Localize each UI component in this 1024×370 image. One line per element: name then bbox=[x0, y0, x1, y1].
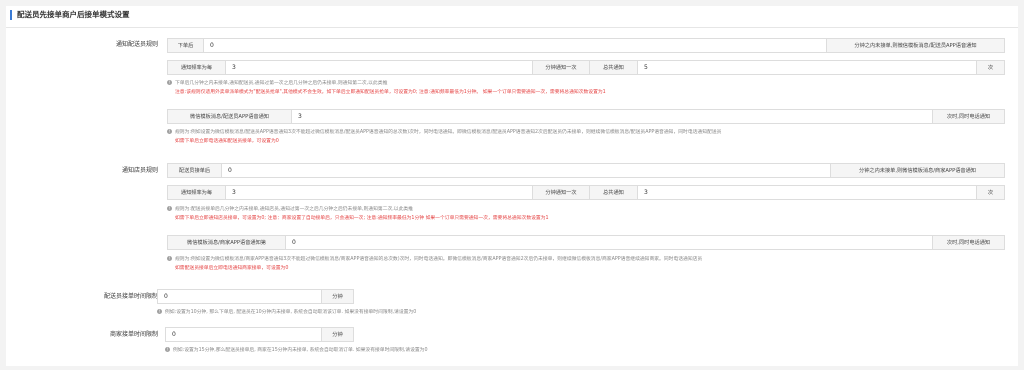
info-circle-icon: ! bbox=[167, 256, 172, 261]
store-after-input[interactable]: 0 bbox=[222, 164, 830, 177]
store-limit-note: ! 例如:设置为15分钟,那么配送员接单后, 商家在15分钟内未接单, 系统会自动… bbox=[165, 347, 428, 353]
rider-phone-prefix: 微信模板消息/配送员APP语音通知 bbox=[168, 110, 292, 123]
rider-freq-prefix: 通知频率为每 bbox=[168, 61, 226, 74]
rider-limit-suffix: 分钟 bbox=[321, 290, 353, 303]
info-circle-icon: ! bbox=[167, 80, 172, 85]
rider-limit-label: 配送员接单时间限制 bbox=[103, 293, 158, 300]
store-phone-group: 微信模板消息/商家APP语音通知第 0 次时,同时电话通知 bbox=[167, 235, 1005, 250]
rider-limit-note: ! 例如:设置为10分钟, 那么下单后, 配送员在10分钟内未接单, 系统会自动取… bbox=[157, 309, 417, 315]
rider-after-input[interactable]: 0 bbox=[204, 39, 826, 52]
rider-after-prefix: 下单后 bbox=[168, 39, 204, 52]
page-title: 配送员先接单商户后接单模式设置 bbox=[10, 10, 130, 20]
rider-limit-input[interactable]: 0 bbox=[158, 290, 321, 303]
rider-note-4: 如需下单后立即电话通知配送员接单，可设置为0 bbox=[175, 139, 279, 144]
rider-total-prefix: 总共通知 bbox=[590, 61, 638, 74]
store-phone-suffix: 次时,同时电话通知 bbox=[932, 236, 1004, 249]
store-freq-input[interactable]: 3 bbox=[226, 186, 532, 199]
title-divider bbox=[6, 27, 1018, 28]
store-note-1: ! 规则为:配送员接单后几分钟之内未接单,通知店员,通知过第一次之后几分钟之后仍未… bbox=[167, 206, 413, 212]
store-total-suffix: 次 bbox=[976, 186, 1004, 199]
rider-limit-group: 0 分钟 bbox=[157, 289, 354, 304]
store-notify-label: 通知店员规则 bbox=[121, 167, 158, 174]
store-total-prefix: 总共通知 bbox=[590, 186, 638, 199]
info-circle-icon: ! bbox=[165, 347, 170, 352]
store-phone-input[interactable]: 0 bbox=[286, 236, 932, 249]
store-freq-mid: 分钟通知一次 bbox=[532, 186, 590, 199]
store-limit-label: 商家接单时间限制 bbox=[109, 331, 158, 338]
store-phone-prefix: 微信模板消息/商家APP语音通知第 bbox=[168, 236, 286, 249]
store-note-2: 如需下单后立即通知店员接单，可设置为0; 注意：商家设置了自动接单后，只会通知一… bbox=[175, 216, 549, 221]
store-total-input[interactable]: 3 bbox=[638, 186, 976, 199]
rider-freq-input[interactable]: 3 bbox=[226, 61, 532, 74]
rider-freq-mid: 分钟通知一次 bbox=[532, 61, 590, 74]
rider-after-suffix: 分钟之内未接单,则微信模板消息/配送员APP语音通知 bbox=[826, 39, 1004, 52]
store-limit-suffix: 分钟 bbox=[321, 328, 353, 341]
rider-note-1: ! 下单后几分钟之内未接单,通知配送员,通知过第一次之后几分钟之后仍未接单,则通知… bbox=[167, 80, 388, 86]
rider-freq-group: 通知频率为每 3 分钟通知一次 总共通知 5 次 bbox=[167, 60, 1005, 75]
rider-phone-group: 微信模板消息/配送员APP语音通知 3 次时,同时电话通知 bbox=[167, 109, 1005, 124]
store-limit-input[interactable]: 0 bbox=[166, 328, 321, 341]
rider-notify-label: 通知配送员规则 bbox=[115, 41, 158, 48]
rider-total-suffix: 次 bbox=[976, 61, 1004, 74]
rider-phone-suffix: 次时,同时电话通知 bbox=[932, 110, 1004, 123]
store-after-prefix: 配送员接单后 bbox=[168, 164, 222, 177]
store-after-group: 配送员接单后 0 分钟之内未接单,则微信模板消息/商家APP语音通知 bbox=[167, 163, 1005, 178]
rider-total-input[interactable]: 5 bbox=[638, 61, 976, 74]
store-limit-group: 0 分钟 bbox=[165, 327, 354, 342]
rider-note-3: ! 规则为:例如设置为微信模板消息/配送员APP语音通知3次不能超过微信模板消息/… bbox=[167, 129, 722, 135]
store-after-suffix: 分钟之内未接单,则微信模板消息/商家APP语音通知 bbox=[830, 164, 1004, 177]
rider-phone-input[interactable]: 3 bbox=[292, 110, 932, 123]
store-freq-group: 通知频率为每 3 分钟通知一次 总共通知 3 次 bbox=[167, 185, 1005, 200]
rider-after-group: 下单后 0 分钟之内未接单,则微信模板消息/配送员APP语音通知 bbox=[167, 38, 1005, 53]
info-circle-icon: ! bbox=[157, 309, 162, 314]
info-circle-icon: ! bbox=[167, 129, 172, 134]
store-note-3: ! 规则为:例如设置为微信模板消息/商家APP语音通知3次不能超过微信模板消息/商… bbox=[167, 256, 703, 262]
store-freq-prefix: 通知频率为每 bbox=[168, 186, 226, 199]
store-note-4: 如需配送员接单后立即电话通知商家接单，可设置为0 bbox=[175, 266, 289, 271]
rider-note-2: 注意:该规则仅适用外卖单派单模式为"配送员抢单",其他模式不会生效。如下单后立即… bbox=[175, 90, 606, 95]
info-circle-icon: ! bbox=[167, 206, 172, 211]
